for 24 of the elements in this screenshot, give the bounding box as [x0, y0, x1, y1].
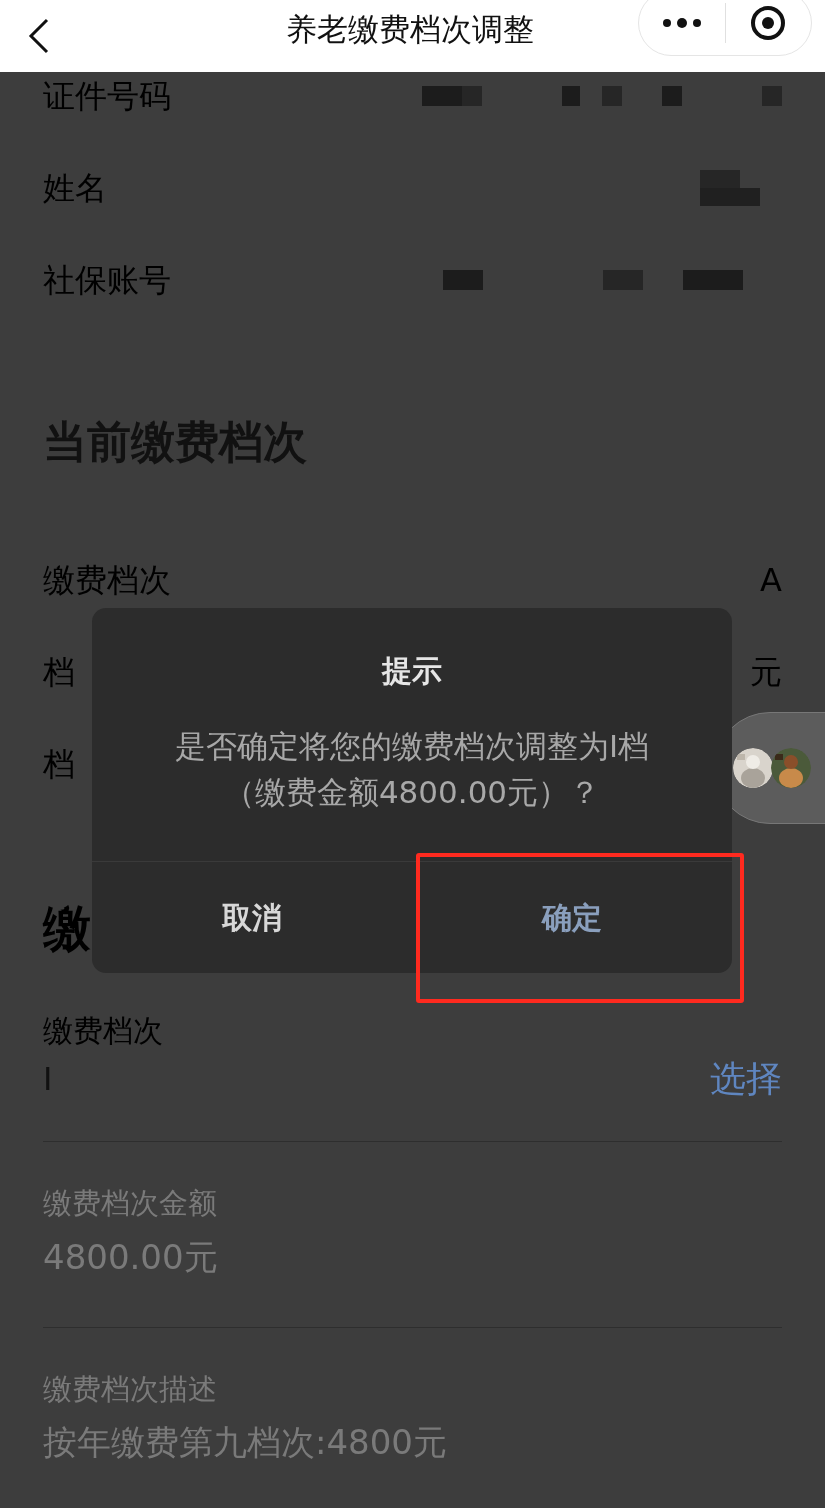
- field-value: 按年缴费第九档次:4800元: [43, 1421, 447, 1464]
- redacted-value: [700, 170, 760, 206]
- field-label: 档: [43, 652, 75, 693]
- page-title: 养老缴费档次调整: [285, 10, 535, 49]
- dialog-message: 是否确定将您的缴费档次调整为I档（缴费金额4800.00元）？: [173, 727, 651, 812]
- field-label: 缴费档次: [43, 1012, 163, 1050]
- target-icon: [750, 5, 787, 41]
- field-label: 证件号码: [43, 76, 171, 117]
- field-value: 4800.00元: [43, 1235, 218, 1279]
- more-icon: [661, 18, 702, 28]
- select-link[interactable]: 选择: [710, 1052, 782, 1106]
- dialog-title: 提示: [380, 652, 443, 690]
- section-heading: 缴: [43, 904, 91, 952]
- field-label: 缴费档次金额: [43, 1185, 217, 1222]
- field-label: 姓名: [43, 168, 107, 209]
- back-icon: [28, 18, 50, 54]
- field-value: 元: [750, 652, 782, 693]
- field-value: A: [760, 560, 782, 601]
- field-label: 档: [43, 744, 75, 785]
- field-label: 缴费档次: [43, 560, 171, 601]
- cancel-button[interactable]: 取消: [92, 862, 412, 973]
- field-label: 缴费档次描述: [43, 1370, 217, 1408]
- field-label: 社保账号: [43, 260, 171, 301]
- confirm-button[interactable]: 确定: [412, 862, 732, 973]
